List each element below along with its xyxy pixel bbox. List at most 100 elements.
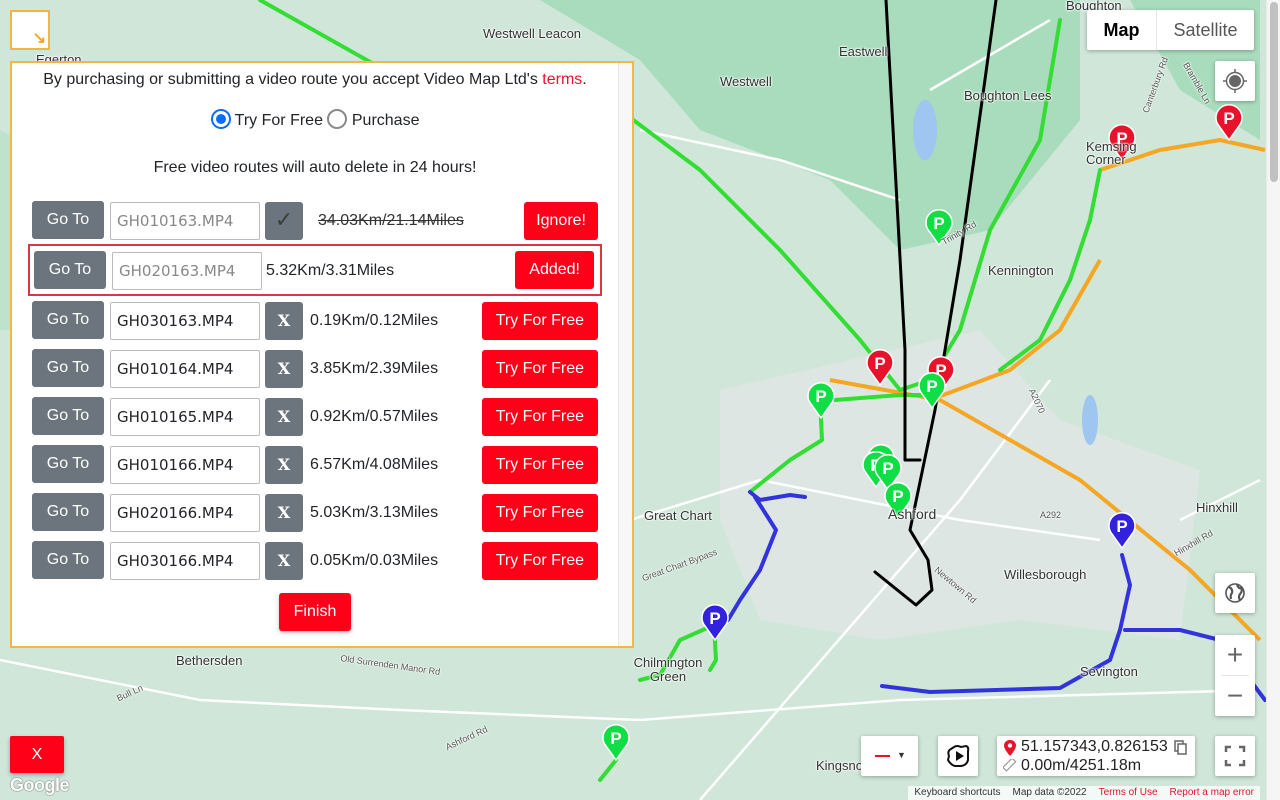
video-routes-panel: By purchasing or submitting a video rout… bbox=[10, 61, 634, 648]
try-free-button[interactable]: Try For Free bbox=[481, 446, 598, 484]
goto-button[interactable]: Go To bbox=[32, 301, 104, 339]
globe-button[interactable] bbox=[1215, 573, 1255, 613]
check-toggle-button[interactable]: ✓ bbox=[265, 202, 303, 240]
route-distance: 3.85Km/2.39Miles bbox=[310, 360, 439, 377]
goto-button[interactable]: Go To bbox=[32, 397, 104, 435]
map-type-satellite-button[interactable]: Satellite bbox=[1157, 10, 1254, 50]
goto-button[interactable]: Go To bbox=[32, 349, 104, 387]
file-name-field[interactable]: GH010165.MP4 bbox=[110, 398, 260, 436]
line-style-swatch bbox=[875, 755, 890, 757]
zoom-in-button[interactable]: + bbox=[1215, 635, 1255, 675]
route-line-green[interactable] bbox=[598, 758, 618, 782]
file-name-field[interactable]: GH020166.MP4 bbox=[110, 494, 260, 532]
zoom-out-button[interactable]: − bbox=[1215, 676, 1255, 716]
fullscreen-button[interactable] bbox=[1215, 736, 1255, 776]
terms-link[interactable]: terms bbox=[542, 71, 582, 88]
parking-p-icon: P bbox=[610, 729, 621, 748]
try-free-button[interactable]: Try For Free bbox=[481, 350, 598, 388]
route-line-green[interactable] bbox=[748, 398, 824, 494]
try-free-button[interactable]: Try For Free bbox=[481, 398, 598, 436]
map-label: Westwell Leacon bbox=[483, 26, 582, 41]
remove-button[interactable]: X bbox=[265, 446, 303, 484]
blue-parking-marker[interactable]: P bbox=[701, 603, 729, 642]
red-parking-marker[interactable]: P bbox=[1215, 103, 1243, 142]
route-row: Go To GH020166.MP4 X 5.03Km/3.13Miles Tr… bbox=[32, 493, 598, 533]
map-data-attribution: Map data ©2022 bbox=[1012, 787, 1087, 798]
map-type-control: Map Satellite bbox=[1087, 10, 1254, 50]
file-name-field[interactable]: GH020163.MP4 bbox=[112, 252, 262, 290]
try-free-button[interactable]: Try For Free bbox=[481, 542, 598, 580]
route-distance: 6.57Km/4.08Miles bbox=[310, 456, 439, 473]
line-style-dropdown[interactable]: ▼ bbox=[861, 736, 918, 776]
goto-button[interactable]: Go To bbox=[32, 445, 104, 483]
route-line-green[interactable] bbox=[833, 393, 937, 402]
route-distance: 0.19Km/0.12Miles bbox=[310, 312, 439, 329]
route-line-blue[interactable] bbox=[726, 495, 778, 622]
map-label: Kennington bbox=[988, 263, 1054, 278]
parking-p-icon: P bbox=[926, 377, 937, 396]
scrollbar-thumb[interactable] bbox=[1270, 2, 1278, 182]
map-label: Great Chart bbox=[644, 508, 712, 523]
red-parking-marker[interactable]: P bbox=[866, 348, 894, 387]
terms-notice: By purchasing or submitting a video rout… bbox=[12, 71, 618, 89]
map-label: Eastwell bbox=[839, 44, 888, 59]
remove-button[interactable]: X bbox=[265, 542, 303, 580]
goto-button[interactable]: Go To bbox=[32, 493, 104, 531]
parking-p-icon: P bbox=[933, 214, 944, 233]
goto-button[interactable]: Go To bbox=[32, 201, 104, 239]
report-map-error-link[interactable]: Report a map error bbox=[1164, 786, 1260, 800]
terms-suffix: . bbox=[582, 71, 587, 88]
file-name-field[interactable]: GH030166.MP4 bbox=[110, 542, 260, 580]
remove-button[interactable]: X bbox=[265, 302, 303, 340]
green-parking-marker[interactable]: P bbox=[918, 371, 946, 410]
remove-button[interactable]: X bbox=[265, 398, 303, 436]
route-distance: 5.32Km/3.31Miles bbox=[266, 262, 395, 279]
ignore-button[interactable]: Ignore! bbox=[524, 202, 598, 240]
playback-hand-button[interactable] bbox=[938, 736, 978, 776]
added-button[interactable]: Added! bbox=[515, 251, 594, 289]
caret-down-icon: ▼ bbox=[897, 750, 906, 760]
purchase-label[interactable]: Purchase bbox=[352, 112, 420, 129]
google-logo: Google bbox=[10, 775, 70, 795]
try-free-label[interactable]: Try For Free bbox=[235, 112, 323, 129]
fullscreen-icon bbox=[1224, 745, 1246, 767]
copy-icon[interactable] bbox=[1174, 740, 1188, 756]
map-label: Sevington bbox=[1080, 664, 1138, 679]
map-label: Willesborough bbox=[1004, 567, 1087, 582]
remove-button[interactable]: X bbox=[265, 494, 303, 532]
file-name-field[interactable]: GH010163.MP4 bbox=[110, 202, 260, 240]
map-label: Bethersden bbox=[176, 653, 243, 668]
route-distance: 5.03Km/3.13Miles bbox=[310, 504, 439, 521]
keyboard-shortcuts-link[interactable]: Keyboard shortcuts bbox=[908, 786, 1006, 800]
my-location-button[interactable] bbox=[1215, 61, 1255, 101]
map-label: Boughton Lees bbox=[964, 88, 1052, 103]
goto-button[interactable]: Go To bbox=[32, 541, 104, 579]
remove-button[interactable]: X bbox=[265, 350, 303, 388]
parking-p-icon: P bbox=[1223, 109, 1234, 128]
try-free-button[interactable]: Try For Free bbox=[481, 302, 598, 340]
try-free-radio[interactable] bbox=[210, 109, 231, 129]
try-free-button[interactable]: Try For Free bbox=[481, 494, 598, 532]
goto-button[interactable]: Go To bbox=[34, 251, 106, 289]
green-parking-marker[interactable]: P bbox=[602, 723, 630, 762]
file-name-field[interactable]: GH010166.MP4 bbox=[110, 446, 260, 484]
close-map-button[interactable]: X bbox=[10, 736, 64, 773]
blue-parking-marker[interactable]: P bbox=[1108, 511, 1136, 550]
route-line-green[interactable] bbox=[898, 18, 1062, 392]
green-parking-marker[interactable]: P bbox=[807, 381, 835, 420]
terms-of-use-link[interactable]: Terms of Use bbox=[1093, 786, 1164, 800]
map-type-map-button[interactable]: Map bbox=[1087, 10, 1157, 50]
purchase-radio[interactable] bbox=[327, 109, 348, 129]
finish-button[interactable]: Finish bbox=[279, 593, 351, 631]
file-name-field[interactable]: GH030163.MP4 bbox=[110, 302, 260, 340]
parking-p-icon: P bbox=[882, 459, 893, 478]
map-footer: Keyboard shortcuts Map data ©2022 Terms … bbox=[908, 786, 1260, 800]
page-scrollbar[interactable] bbox=[1266, 0, 1280, 800]
route-distance: 34.03Km/21.14Miles bbox=[318, 212, 464, 229]
route-distance: 0.92Km/0.57Miles bbox=[310, 408, 439, 425]
file-name-field[interactable]: GH010164.MP4 bbox=[110, 350, 260, 388]
location-pin-icon bbox=[1004, 740, 1016, 756]
route-row: Go To GH030166.MP4 X 0.05Km/0.03Miles Tr… bbox=[32, 541, 598, 581]
panel-scrollbar[interactable] bbox=[618, 63, 632, 646]
panel-resize-toggle[interactable]: ↘ bbox=[10, 10, 50, 50]
